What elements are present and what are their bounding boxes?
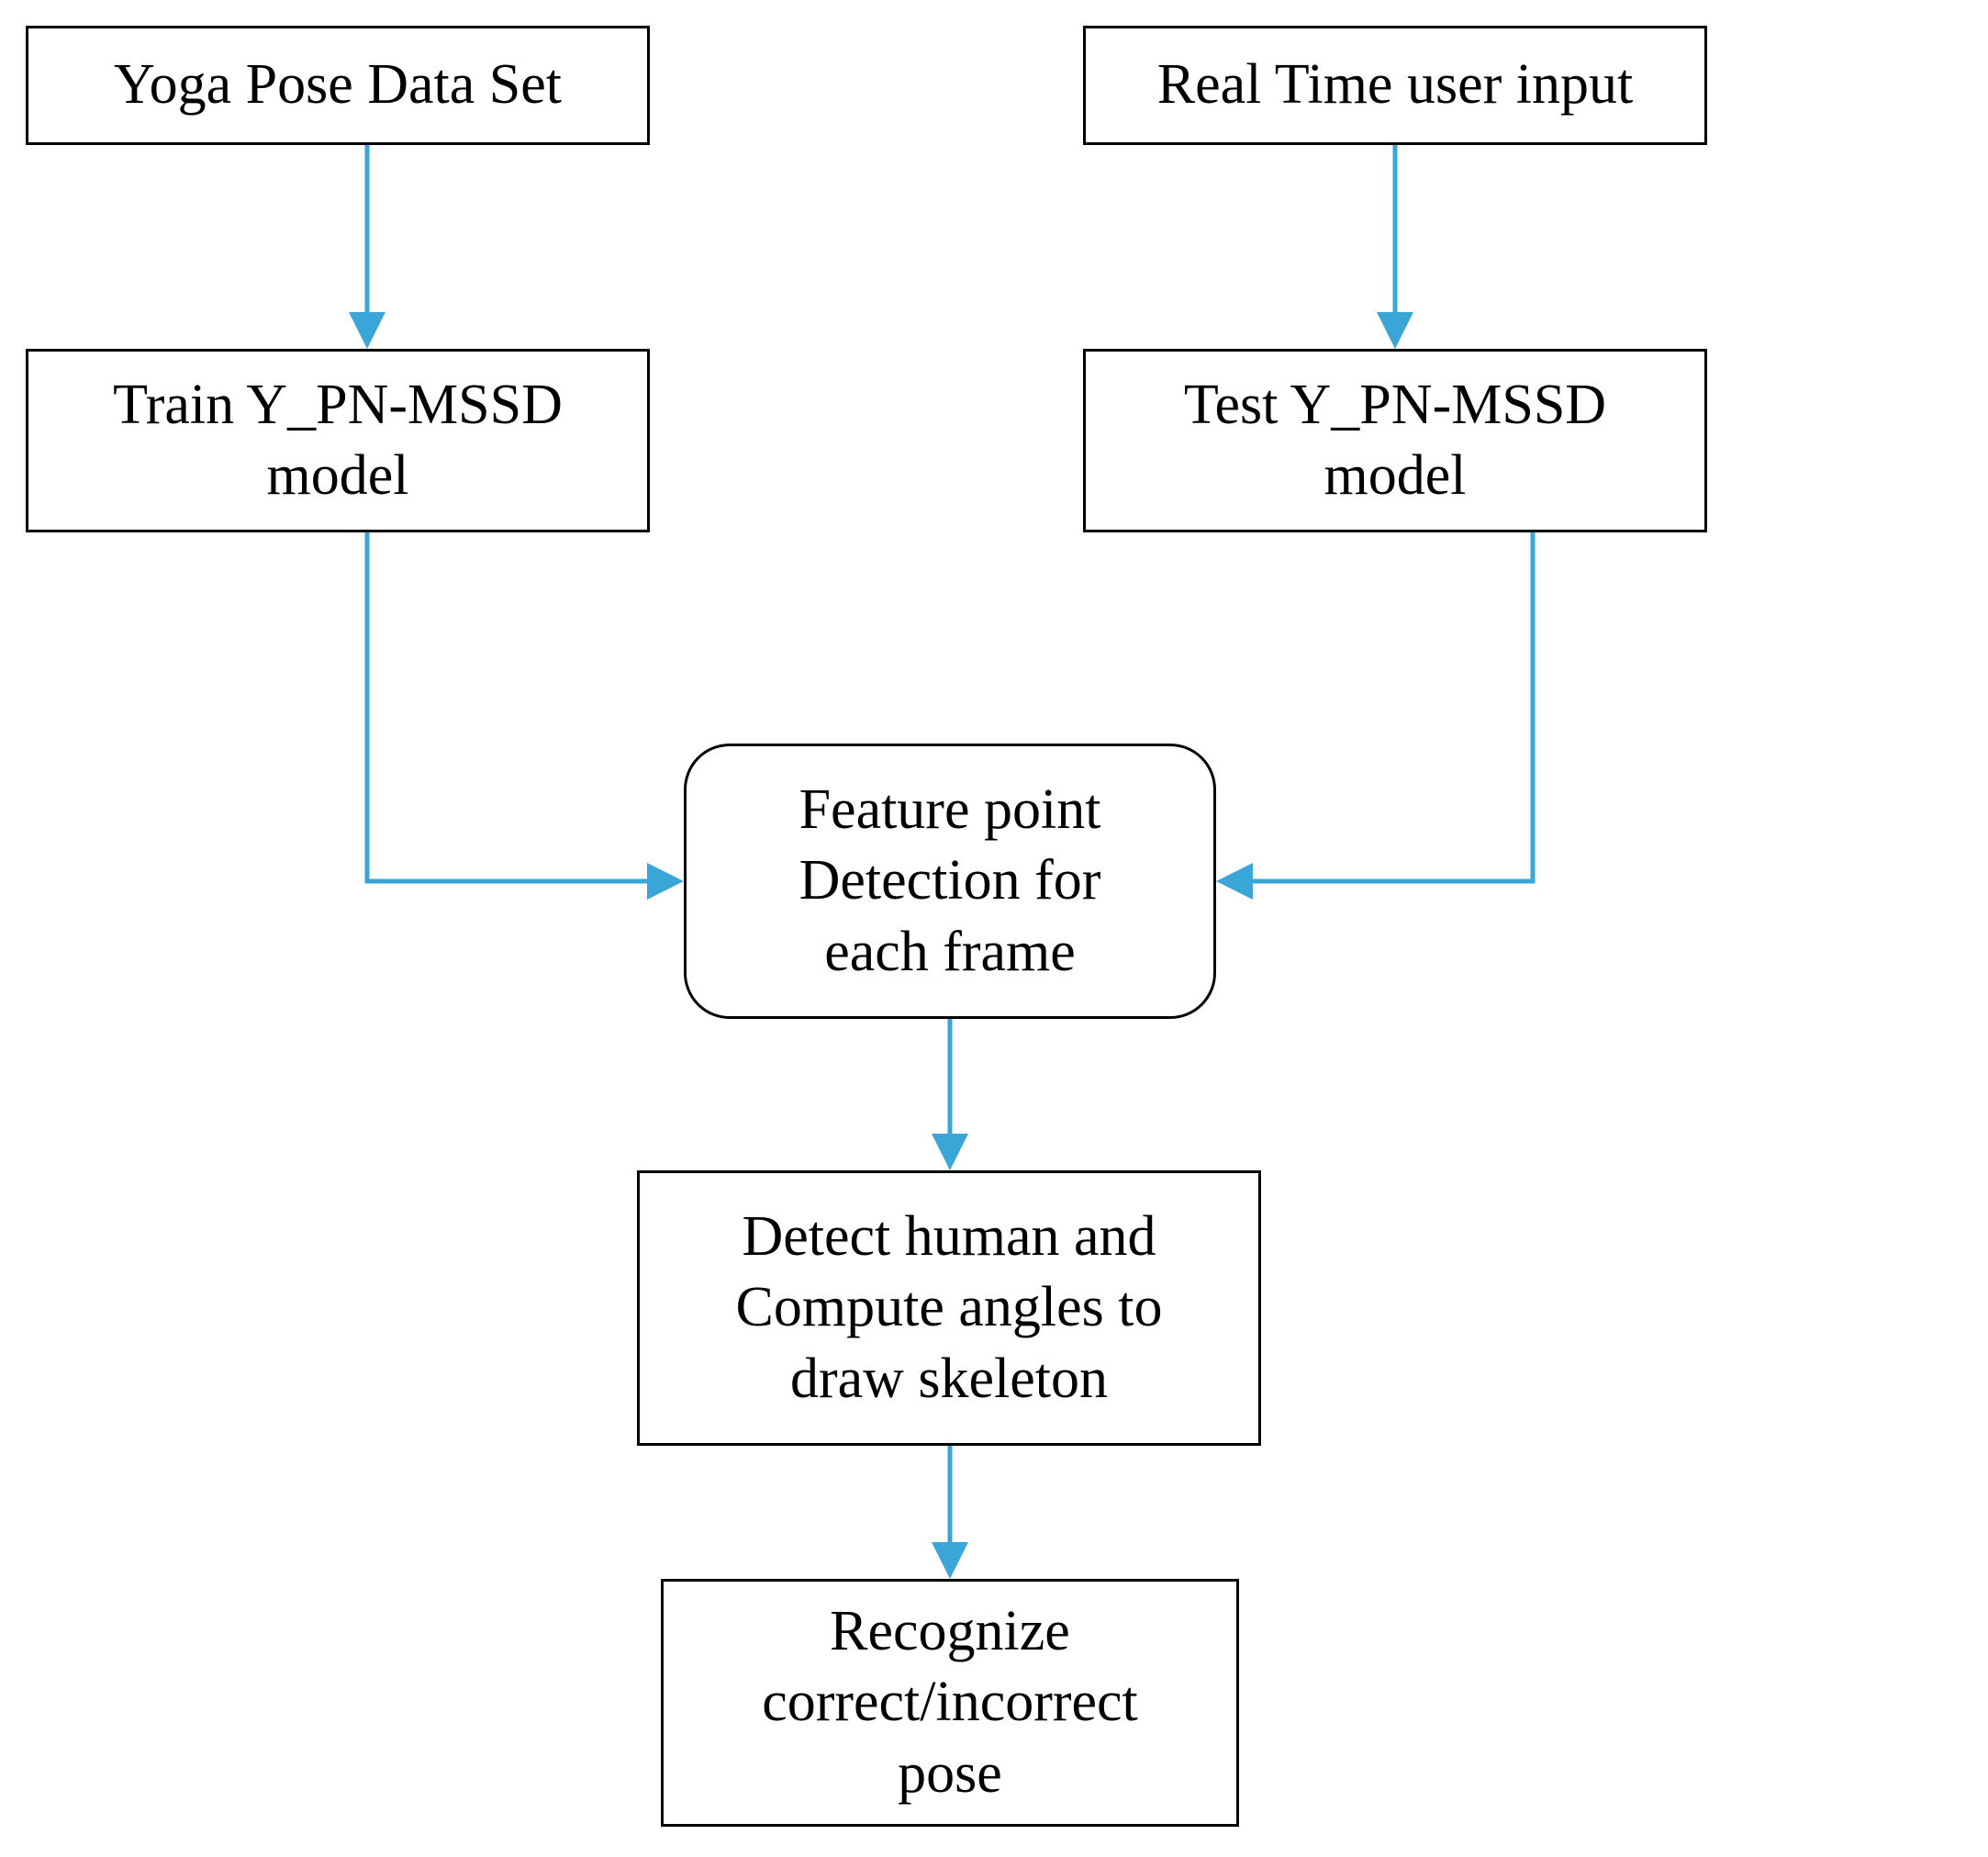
node-label: Yoga Pose Data Set <box>114 50 562 121</box>
node-feature-point-detection: Feature pointDetection foreach frame <box>684 744 1216 1019</box>
node-train-model: Train Y_PN-MSSDmodel <box>26 349 650 532</box>
node-label: Feature pointDetection foreach frame <box>799 775 1101 989</box>
node-label: Test Y_PN-MSSDmodel <box>1184 370 1606 512</box>
node-label: Recognizecorrect/incorrectpose <box>762 1596 1138 1810</box>
node-label: Real Time user input <box>1157 50 1633 121</box>
node-real-time-user-input: Real Time user input <box>1083 26 1707 145</box>
node-label: Detect human andCompute angles todraw sk… <box>736 1202 1163 1415</box>
node-detect-human-compute-angles: Detect human andCompute angles todraw sk… <box>637 1170 1261 1446</box>
node-recognize-pose: Recognizecorrect/incorrectpose <box>661 1579 1239 1827</box>
node-label: Train Y_PN-MSSDmodel <box>113 370 563 512</box>
arrow-test-to-feature <box>1223 532 1533 881</box>
flowchart-canvas: Yoga Pose Data Set Real Time user input … <box>0 0 1988 1857</box>
node-test-model: Test Y_PN-MSSDmodel <box>1083 349 1707 532</box>
arrow-train-to-feature <box>367 532 676 881</box>
node-yoga-pose-data-set: Yoga Pose Data Set <box>26 26 650 145</box>
